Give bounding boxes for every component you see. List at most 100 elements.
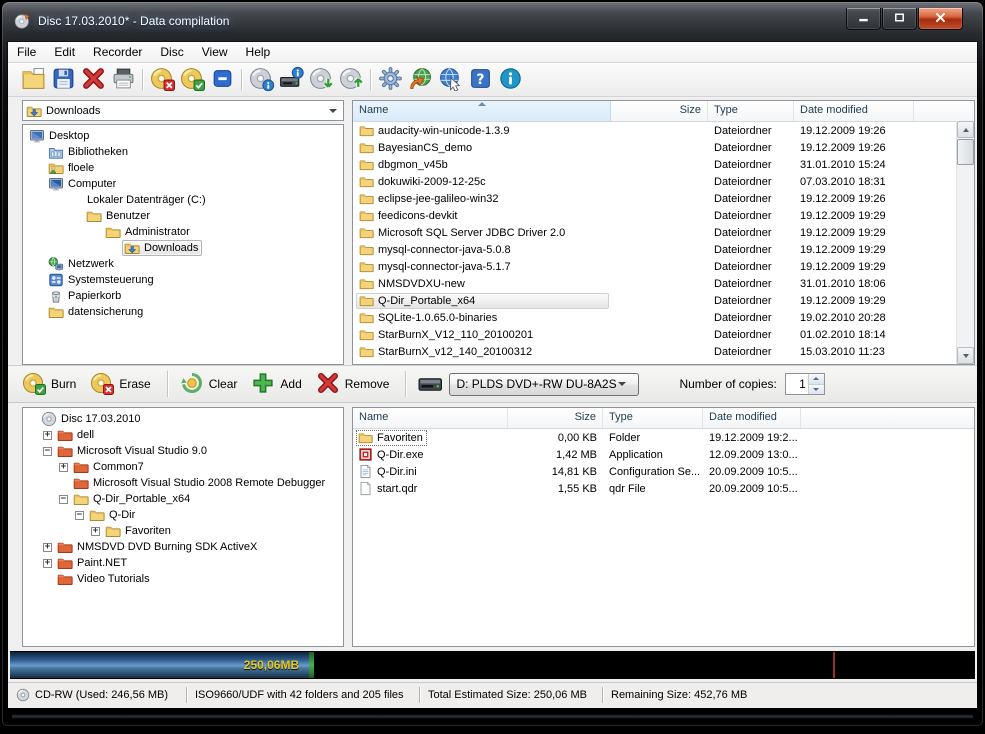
help-button[interactable]: ? bbox=[465, 65, 495, 95]
copies-spinner[interactable]: 1 bbox=[785, 373, 825, 395]
file-row[interactable]: mysql-connector-java-5.0.8 Dateiordner 1… bbox=[353, 241, 974, 258]
burn-disc-button[interactable] bbox=[177, 65, 207, 95]
folder-tree-item[interactable]: Lokaler Datenträger (C:) bbox=[23, 192, 343, 208]
file-row[interactable]: feedicons-devkit Dateiordner 19.12.2009 … bbox=[353, 207, 974, 224]
close-button[interactable] bbox=[918, 8, 963, 30]
vertical-scrollbar[interactable] bbox=[956, 121, 974, 364]
copies-value: 1 bbox=[786, 374, 808, 394]
tree-expander[interactable]: + bbox=[91, 527, 100, 536]
menu-item[interactable]: Disc bbox=[151, 42, 192, 62]
file-row[interactable]: dbgmon_v45b Dateiordner 31.01.2010 15:24 bbox=[353, 156, 974, 173]
save-button[interactable] bbox=[48, 65, 78, 95]
compilation-tree-item[interactable]: + Common7 bbox=[23, 459, 343, 475]
file-row[interactable]: Microsoft SQL Server JDBC Driver 2.0 Dat… bbox=[353, 224, 974, 241]
folder-tree-item[interactable]: Benutzer bbox=[23, 208, 343, 224]
folder-tree-item[interactable]: floele bbox=[23, 160, 343, 176]
about-button[interactable] bbox=[495, 65, 525, 95]
tree-expander[interactable]: − bbox=[75, 511, 84, 520]
tree-expander[interactable]: + bbox=[43, 431, 52, 440]
website-button[interactable] bbox=[435, 65, 465, 95]
folder-tree-item[interactable]: datensicherung bbox=[23, 304, 343, 320]
delete-button[interactable] bbox=[78, 65, 108, 95]
compilation-tree-item[interactable]: Video Tutorials bbox=[23, 571, 343, 587]
scroll-down-button[interactable] bbox=[957, 347, 974, 364]
file-row[interactable]: Q-Dir_Portable_x64 Dateiordner 19.12.200… bbox=[353, 292, 974, 309]
burn-button[interactable]: Burn bbox=[22, 371, 76, 398]
column-header-size[interactable]: Size bbox=[508, 408, 603, 428]
compilation-tree-item[interactable]: Disc 17.03.2010 bbox=[23, 411, 343, 427]
toolbar-icon bbox=[279, 66, 304, 94]
maximize-button[interactable] bbox=[882, 8, 917, 30]
file-row[interactable]: audacity-win-unicode-1.3.9 Dateiordner 1… bbox=[353, 122, 974, 139]
folder-tree-item[interactable]: Netzwerk bbox=[23, 256, 343, 272]
folder-dropdown[interactable]: Downloads bbox=[22, 100, 344, 121]
new-compilation-button[interactable] bbox=[18, 65, 48, 95]
tree-expander[interactable]: − bbox=[59, 495, 68, 504]
menu-item[interactable]: Recorder bbox=[84, 42, 151, 62]
clear-button[interactable]: Clear bbox=[180, 371, 238, 398]
erase-label: Erase bbox=[119, 377, 150, 391]
import-disc-button[interactable] bbox=[306, 65, 336, 95]
column-header-type[interactable]: Type bbox=[708, 101, 794, 121]
scroll-up-button[interactable] bbox=[957, 121, 974, 138]
tree-expander[interactable]: + bbox=[43, 559, 52, 568]
erase-disc-button[interactable] bbox=[147, 65, 177, 95]
folder-tree-item[interactable]: Bibliotheken bbox=[23, 144, 343, 160]
hide-window-button[interactable] bbox=[207, 65, 237, 95]
compilation-tree-item[interactable]: − Q-Dir_Portable_x64 bbox=[23, 491, 343, 507]
compilation-tree-item[interactable]: + dell bbox=[23, 427, 343, 443]
scrollbar-thumb[interactable] bbox=[957, 139, 974, 165]
compilation-file-row[interactable]: start.qdr 1,55 KB qdr File 20.09.2009 10… bbox=[353, 480, 974, 497]
compilation-file-row[interactable]: Favoriten 0,00 KB Folder 19.12.2009 19:2… bbox=[353, 429, 974, 446]
compilation-tree-item[interactable]: + Favoriten bbox=[23, 523, 343, 539]
folder-tree-item[interactable]: Administrator bbox=[23, 224, 343, 240]
file-icon bbox=[358, 430, 373, 445]
check-updates-button[interactable] bbox=[405, 65, 435, 95]
compilation-tree-item[interactable]: − Q-Dir bbox=[23, 507, 343, 523]
file-row[interactable]: NMSDVDXU-new Dateiordner 31.01.2010 18:0… bbox=[353, 275, 974, 292]
column-header-date[interactable]: Date modified bbox=[794, 101, 914, 121]
folder-tree-item[interactable]: Papierkorb bbox=[23, 288, 343, 304]
file-row[interactable]: BayesianCS_demo Dateiordner 19.12.2009 1… bbox=[353, 139, 974, 156]
print-button[interactable] bbox=[108, 65, 138, 95]
remove-button[interactable]: Remove bbox=[316, 371, 390, 398]
file-row[interactable]: SQLite-1.0.65.0-binaries Dateiordner 19.… bbox=[353, 309, 974, 326]
folder-tree-item[interactable]: Desktop bbox=[23, 128, 343, 144]
tree-expander[interactable]: − bbox=[43, 447, 52, 456]
column-header-name[interactable]: Name bbox=[353, 408, 508, 428]
column-header-date[interactable]: Date modified bbox=[703, 408, 801, 428]
file-row[interactable]: mysql-connector-java-5.1.7 Dateiordner 1… bbox=[353, 258, 974, 275]
folder-tree-item[interactable]: Systemsteuerung bbox=[23, 272, 343, 288]
file-row[interactable]: eclipse-jee-galileo-win32 Dateiordner 19… bbox=[353, 190, 974, 207]
compilation-tree-item[interactable]: Microsoft Visual Studio 2008 Remote Debu… bbox=[23, 475, 343, 491]
export-disc-button[interactable] bbox=[336, 65, 366, 95]
menu-item[interactable]: View bbox=[193, 42, 237, 62]
folder-tree-item[interactable]: Downloads bbox=[23, 240, 343, 256]
menu-item[interactable]: Edit bbox=[45, 42, 84, 62]
file-row[interactable]: StarBurnX_V12_110_20100201 Dateiordner 0… bbox=[353, 326, 974, 343]
compilation-file-row[interactable]: Q-Dir.exe 1,42 MB Application 12.09.2009… bbox=[353, 446, 974, 463]
menu-item[interactable]: File bbox=[8, 42, 45, 62]
file-row[interactable]: StarBurnX_v12_140_20100312 Dateiordner 1… bbox=[353, 343, 974, 360]
spin-down-button[interactable] bbox=[809, 385, 824, 395]
column-header-name[interactable]: Name bbox=[353, 101, 611, 121]
drive-dropdown[interactable]: D: PLDS DVD+-RW DU-8A2S bbox=[449, 373, 639, 396]
compilation-tree-item[interactable]: − Microsoft Visual Studio 9.0 bbox=[23, 443, 343, 459]
spin-up-button[interactable] bbox=[809, 374, 824, 385]
compilation-tree-item[interactable]: + Paint.NET bbox=[23, 555, 343, 571]
settings-button[interactable] bbox=[375, 65, 405, 95]
add-button[interactable]: Add bbox=[251, 371, 301, 398]
compilation-file-row[interactable]: Q-Dir.ini 14,81 KB Configuration Se... 2… bbox=[353, 463, 974, 480]
menu-item[interactable]: Help bbox=[237, 42, 280, 62]
folder-tree-item[interactable]: Computer bbox=[23, 176, 343, 192]
tree-expander[interactable]: + bbox=[43, 543, 52, 552]
column-header-size[interactable]: Size bbox=[611, 101, 708, 121]
file-row[interactable]: dokuwiki-2009-12-25c Dateiordner 07.03.2… bbox=[353, 173, 974, 190]
compilation-tree-item[interactable]: + NMSDVD DVD Burning SDK ActiveX bbox=[23, 539, 343, 555]
minimize-button[interactable] bbox=[846, 8, 881, 30]
drive-info-button[interactable] bbox=[276, 65, 306, 95]
tree-expander[interactable]: + bbox=[59, 463, 68, 472]
disc-info-button[interactable] bbox=[246, 65, 276, 95]
erase-button[interactable]: Erase bbox=[90, 371, 150, 398]
column-header-type[interactable]: Type bbox=[603, 408, 703, 428]
